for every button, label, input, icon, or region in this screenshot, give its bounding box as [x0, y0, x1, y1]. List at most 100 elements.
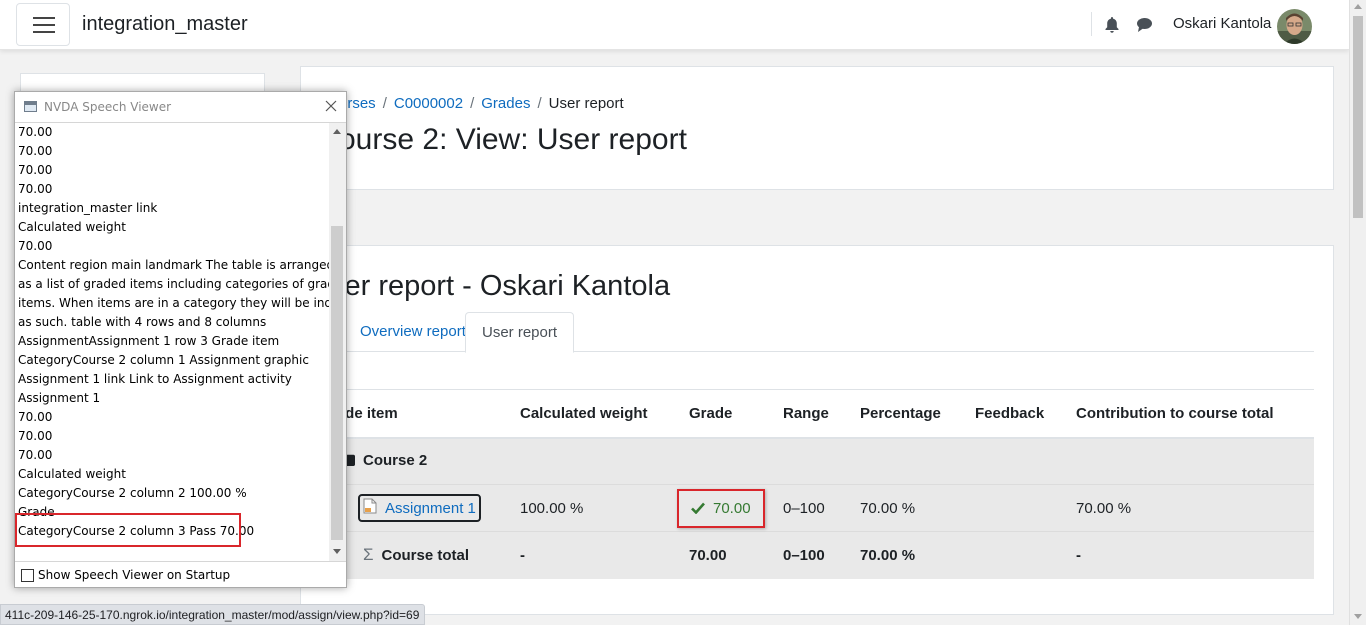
- col-calculated-weight: Calculated weight: [512, 389, 681, 439]
- speech-line: integration_master link: [18, 201, 158, 215]
- speech-text-area[interactable]: 70.00 70.00 70.00 70.00 integration_master …: [15, 122, 331, 562]
- table-header-row: rade item Calculated weight Grade Range …: [331, 389, 1314, 439]
- breadcrumb-separator: /: [537, 95, 542, 112]
- speech-line: Assignment 1: [18, 391, 101, 405]
- menu-icon-bar: [33, 24, 55, 26]
- col-grade-item: rade item: [331, 389, 512, 439]
- item-grade-cell: 70.00: [677, 484, 775, 532]
- grades-table: rade item Calculated weight Grade Range …: [331, 389, 1314, 579]
- speech-line: Assignment 1 link Link to Assignment act…: [18, 372, 292, 386]
- main-content: ser report - Oskari Kantola Overview rep…: [300, 245, 1334, 615]
- total-name-cell: Σ Course total: [331, 531, 512, 579]
- category-name: Course 2: [363, 452, 428, 470]
- speech-line: CategoryCourse 2 column 1 Assignment gra…: [18, 353, 309, 367]
- item-name-cell: Assignment 1: [331, 484, 512, 532]
- item-feedback: [967, 484, 1068, 532]
- total-feedback: [967, 531, 1068, 579]
- col-contribution: Contribution to course total: [1068, 389, 1314, 439]
- scrollbar-thumb[interactable]: [1353, 16, 1363, 218]
- tab-overview-report[interactable]: Overview report: [344, 312, 482, 352]
- col-grade: Grade: [681, 389, 775, 439]
- item-range: 0–100: [775, 484, 852, 532]
- breadcrumb: urses / C0000002/Grades / User report: [339, 95, 624, 112]
- col-feedback: Feedback: [967, 389, 1068, 439]
- startup-checkbox[interactable]: [21, 568, 34, 582]
- scroll-up-icon[interactable]: [333, 129, 341, 134]
- breadcrumb-grades[interactable]: Grades: [481, 95, 530, 112]
- speech-line: 70.00: [18, 182, 53, 196]
- speech-line: CategoryCourse 2 column 2 100.00 %: [18, 486, 247, 500]
- menu-toggle-button[interactable]: [16, 3, 70, 46]
- top-navbar: integration_master Oskari Kantola: [0, 0, 1349, 50]
- col-range: Range: [775, 389, 852, 439]
- speech-line: items. When items are in a category they…: [18, 296, 331, 310]
- sigma-icon: Σ: [363, 545, 374, 565]
- nvda-title-bar[interactable]: NVDA Speech Viewer: [15, 92, 346, 122]
- page-title: ourse 2: View: User report: [339, 123, 687, 156]
- col-percentage: Percentage: [852, 389, 967, 439]
- report-tabs: Overview report User report: [331, 312, 1314, 353]
- chat-icon[interactable]: [1136, 16, 1153, 38]
- category-row: Course 2: [331, 437, 1314, 485]
- speech-line: Calculated weight: [18, 467, 126, 481]
- speech-line: 70.00: [18, 163, 53, 177]
- speech-line: 70.00: [18, 239, 53, 253]
- menu-icon: [33, 17, 55, 19]
- report-heading: ser report - Oskari Kantola: [330, 270, 671, 302]
- navbar-divider: [1091, 12, 1092, 36]
- window-app-icon: [24, 101, 37, 112]
- speech-line: 70.00: [18, 410, 53, 424]
- startup-option[interactable]: Show Speech Viewer on Startup: [21, 568, 230, 582]
- page-scrollbar[interactable]: [1349, 0, 1366, 625]
- assignment-icon: [363, 498, 377, 518]
- total-name: Course total: [381, 547, 470, 565]
- speech-line: 70.00: [18, 429, 53, 443]
- speech-line: 70.00: [18, 144, 53, 158]
- grade-highlight: 70.00: [677, 488, 765, 528]
- nvda-window-title: NVDA Speech Viewer: [44, 100, 172, 114]
- speech-line: AssignmentAssignment 1 row 3 Grade item: [18, 334, 280, 348]
- table-row: Assignment 1 100.00 % 70.00 0–100 70.00 …: [331, 484, 1314, 532]
- close-icon[interactable]: [323, 98, 339, 114]
- scroll-down-icon[interactable]: [1354, 614, 1362, 619]
- avatar[interactable]: [1277, 9, 1312, 44]
- category-cell: Course 2: [331, 437, 1314, 485]
- speech-line: 70.00: [18, 125, 53, 139]
- nvda-speech-viewer-window: NVDA Speech Viewer 70.00 70.00 70.00 70.00…: [14, 91, 347, 588]
- speech-highlight-box: [15, 513, 241, 547]
- speech-scrollbar[interactable]: [329, 122, 346, 562]
- item-contribution: 70.00 %: [1068, 484, 1314, 532]
- course-total-row: Σ Course total - 70.00 0–100 70.00 % -: [331, 531, 1314, 579]
- speech-line: Content region main landmark The table i…: [18, 258, 331, 272]
- breadcrumb-current: User report: [548, 95, 624, 112]
- speech-line: as such. table with 4 rows and 8 columns: [18, 315, 267, 329]
- scroll-up-icon[interactable]: [1354, 4, 1362, 9]
- item-weight: 100.00 %: [512, 484, 681, 532]
- assignment-name: Assignment 1: [385, 499, 476, 517]
- speech-line: Calculated weight: [18, 220, 126, 234]
- menu-icon-bar: [33, 31, 55, 33]
- breadcrumb-separator: /: [382, 95, 387, 112]
- total-percentage: 70.00 %: [852, 531, 967, 579]
- total-contribution: -: [1068, 531, 1314, 579]
- check-icon: [691, 502, 705, 514]
- speech-line: as a list of graded items including cate…: [18, 277, 331, 291]
- speech-line: 70.00: [18, 448, 53, 462]
- total-weight: -: [512, 531, 681, 579]
- item-grade: 70.00: [713, 499, 751, 517]
- status-bar-url: 411c-209-146-25-170.ngrok.io/integration…: [0, 604, 426, 625]
- speech-scrollbar-thumb[interactable]: [331, 226, 343, 540]
- total-range: 0–100: [775, 531, 852, 579]
- assignment-link[interactable]: Assignment 1: [358, 494, 481, 522]
- breadcrumb-course[interactable]: C0000002: [394, 95, 463, 112]
- site-name[interactable]: integration_master: [82, 13, 248, 36]
- bell-icon[interactable]: [1104, 16, 1120, 39]
- item-percentage: 70.00 %: [852, 484, 967, 532]
- startup-label: Show Speech Viewer on Startup: [38, 568, 231, 582]
- user-name[interactable]: Oskari Kantola: [1173, 15, 1271, 32]
- page-header: urses / C0000002/Grades / User report ourse …: [300, 66, 1334, 190]
- breadcrumb-separator: /: [470, 95, 475, 112]
- tab-user-report[interactable]: User report: [465, 312, 575, 353]
- scroll-down-icon[interactable]: [333, 549, 341, 554]
- total-grade: 70.00: [681, 531, 775, 579]
